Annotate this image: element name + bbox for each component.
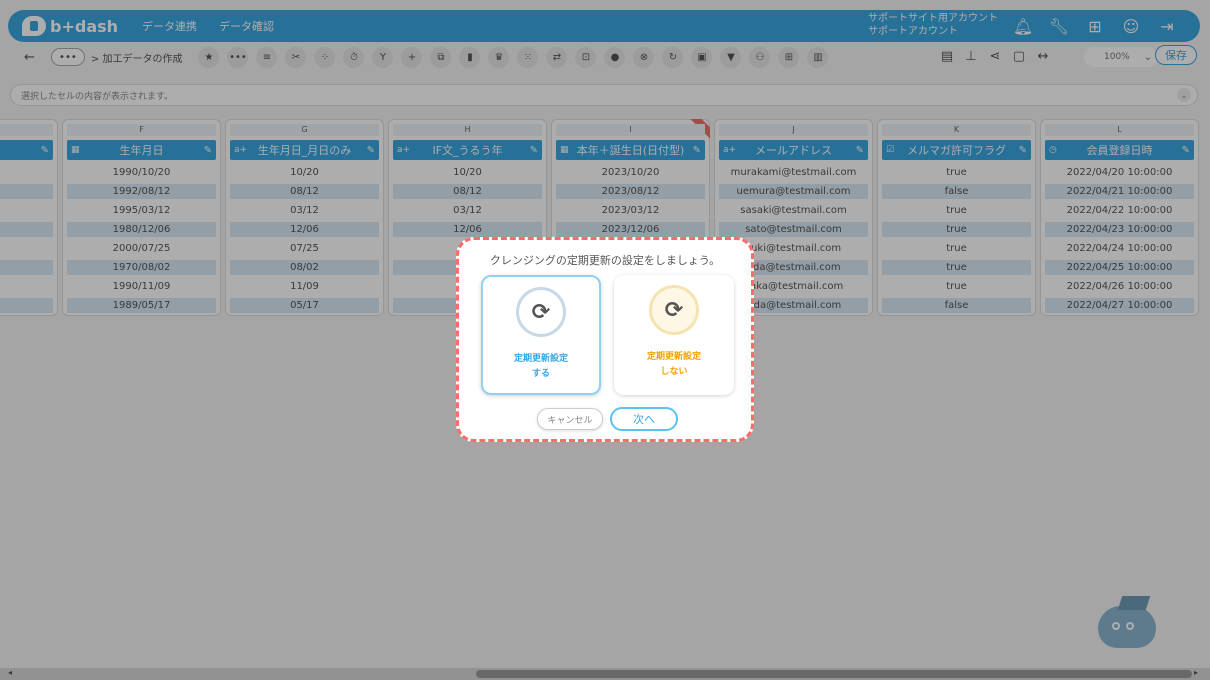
next-button[interactable]: 次へ (610, 407, 678, 431)
option-enable-periodic-update[interactable]: ⟳ 定期更新設定 する (481, 275, 601, 395)
refresh-icon: ⟳ (516, 287, 566, 337)
dialog-message: クレンジングの定期更新の設定をしましょう。 (489, 254, 721, 267)
option-label-line-1: 定期更新設定 (646, 352, 701, 362)
option-label-line-1: 定期更新設定 (513, 354, 568, 364)
refresh-off-icon: ⟳ (649, 285, 699, 335)
option-label-line-2: しない (660, 367, 688, 377)
periodic-update-dialog: クレンジングの定期更新の設定をしましょう。 ⟳ 定期更新設定 する ⟳ 定期更新… (456, 237, 754, 442)
option-label-line-2: する (531, 369, 550, 379)
option-disable-periodic-update[interactable]: ⟳ 定期更新設定 しない (614, 275, 734, 395)
cancel-button[interactable]: キャンセル (537, 408, 603, 430)
